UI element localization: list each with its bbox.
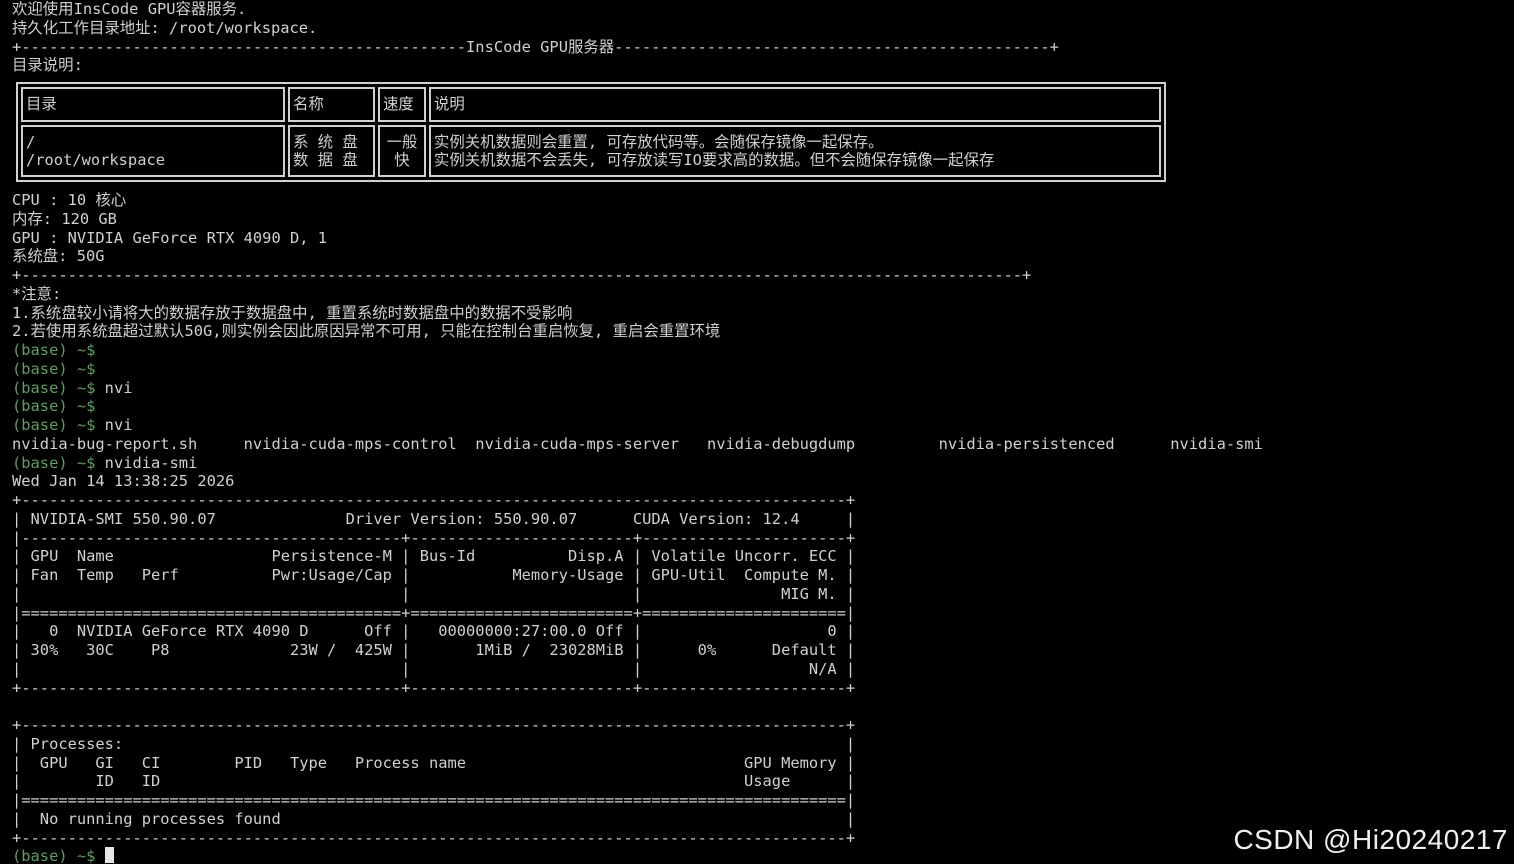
- header-dir: 目录: [21, 87, 285, 122]
- prompt-label: (base) ~$: [12, 453, 96, 472]
- info-line: +---------------------------------------…: [12, 266, 1032, 284]
- output-line: +---------------------------------------…: [12, 678, 856, 697]
- cell-name: 系 统 盘 数 据 盘: [288, 125, 375, 177]
- header-name: 名称: [288, 87, 375, 122]
- watermark: CSDN @Hi20240217: [1233, 824, 1508, 855]
- cell-dir: / /root/workspace: [21, 125, 285, 177]
- banner-line: 持久化工作目录地址: /root/workspace.: [12, 18, 318, 37]
- output-line: |=======================================…: [12, 791, 856, 809]
- output-line: Wed Jan 14 13:38:25 2026: [12, 472, 235, 491]
- info-line: *注意:: [12, 284, 62, 303]
- prompt-label: (base) ~$: [12, 359, 96, 378]
- system-info: CPU : 10 核心 内存: 120 GB GPU : NVIDIA GeFo…: [12, 191, 1502, 341]
- prompt-line: (base) ~$ nvi: [12, 416, 1502, 435]
- prompt-line: (base) ~$ nvi: [12, 379, 1502, 398]
- cell-speed: 一般 快: [378, 125, 426, 177]
- welcome-banner: 欢迎使用InsCode GPU容器服务. 持久化工作目录地址: /root/wo…: [12, 0, 1502, 75]
- header-speed: 速度: [378, 87, 426, 122]
- prompt-label: (base) ~$: [12, 397, 96, 416]
- prompt-label: (base) ~$: [12, 378, 96, 397]
- banner-line: 欢迎使用InsCode GPU容器服务.: [12, 0, 247, 18]
- prompt-line: (base) ~$: [12, 397, 1502, 416]
- output-line: | Fan Temp Perf Pwr:Usage/Cap | Memory-U…: [12, 566, 856, 584]
- output-line: nvidia-bug-report.sh nvidia-cuda-mps-con…: [12, 434, 1263, 453]
- cell-desc: 实例关机数据则会重置, 可存放代码等。会随保存镜像一起保存。 实例关机数据不会丢…: [429, 125, 1161, 177]
- info-line: CPU : 10 核心: [12, 191, 127, 209]
- prompt-label: (base) ~$: [12, 341, 96, 359]
- info-line: 内存: 120 GB: [12, 209, 117, 228]
- text-cursor[interactable]: [104, 847, 114, 864]
- info-line: GPU : NVIDIA GeForce RTX 4090 D, 1: [12, 228, 328, 247]
- command-text: nvi: [95, 416, 133, 434]
- banner-line: +---------------------------------------…: [12, 37, 1059, 56]
- prompt-label: (base) ~$: [12, 847, 96, 864]
- banner-line: 目录说明:: [12, 56, 83, 75]
- info-line: 1.系统盘较小请将大的数据存放于数据盘中, 重置系统时数据盘中的数据不受影响: [12, 303, 573, 322]
- output-line: | ID ID Usage |: [12, 772, 856, 791]
- command-text: nvi: [95, 378, 133, 397]
- output-line: | | | MIG M. |: [12, 584, 856, 603]
- terminal-session: (base) ~$ (base) ~$ (base) ~$ nvi (base) ~$…: [12, 341, 1502, 864]
- directory-table-row: / /root/workspace 系 统 盘 数 据 盘 一般 快 实例关机数…: [21, 125, 1161, 177]
- output-line: | Processes: |: [12, 734, 856, 753]
- info-line: 2.若使用系统盘超过默认50G,则实例会因此原因异常不可用, 只能在控制台重启恢…: [12, 322, 721, 341]
- output-line: +---------------------------------------…: [12, 716, 856, 734]
- info-line: 系统盘: 50G: [12, 247, 105, 266]
- output-line: | NVIDIA-SMI 550.90.07 Driver Version: 5…: [12, 509, 856, 528]
- output-line: | GPU Name Persistence-M | Bus-Id Disp.A…: [12, 547, 856, 566]
- output-line: +---------------------------------------…: [12, 491, 856, 509]
- prompt-line: (base) ~$: [12, 360, 1502, 379]
- output-line: | 30% 30C P8 23W / 425W | 1MiB / 23028Mi…: [12, 641, 856, 659]
- command-text: nvidia-smi: [95, 453, 198, 472]
- directory-table: 目录 名称 速度 说明 / /root/workspace 系 统 盘 数 据 …: [16, 82, 1166, 182]
- prompt-line: (base) ~$: [12, 341, 1502, 360]
- output-line: | GPU GI CI PID Type Process name GPU Me…: [12, 753, 856, 772]
- prompt-line: (base) ~$ nvidia-smi: [12, 454, 1502, 473]
- header-desc: 说明: [429, 87, 1161, 122]
- prompt-label: (base) ~$: [12, 416, 96, 434]
- output-line: | | | N/A |: [12, 659, 856, 678]
- output-line: |=======================================…: [12, 603, 856, 622]
- output-line: | 0 NVIDIA GeForce RTX 4090 D Off | 0000…: [12, 622, 856, 641]
- directory-table-header: 目录 名称 速度 说明: [21, 87, 1161, 122]
- command-text: [95, 847, 104, 864]
- output-line: |---------------------------------------…: [12, 528, 856, 547]
